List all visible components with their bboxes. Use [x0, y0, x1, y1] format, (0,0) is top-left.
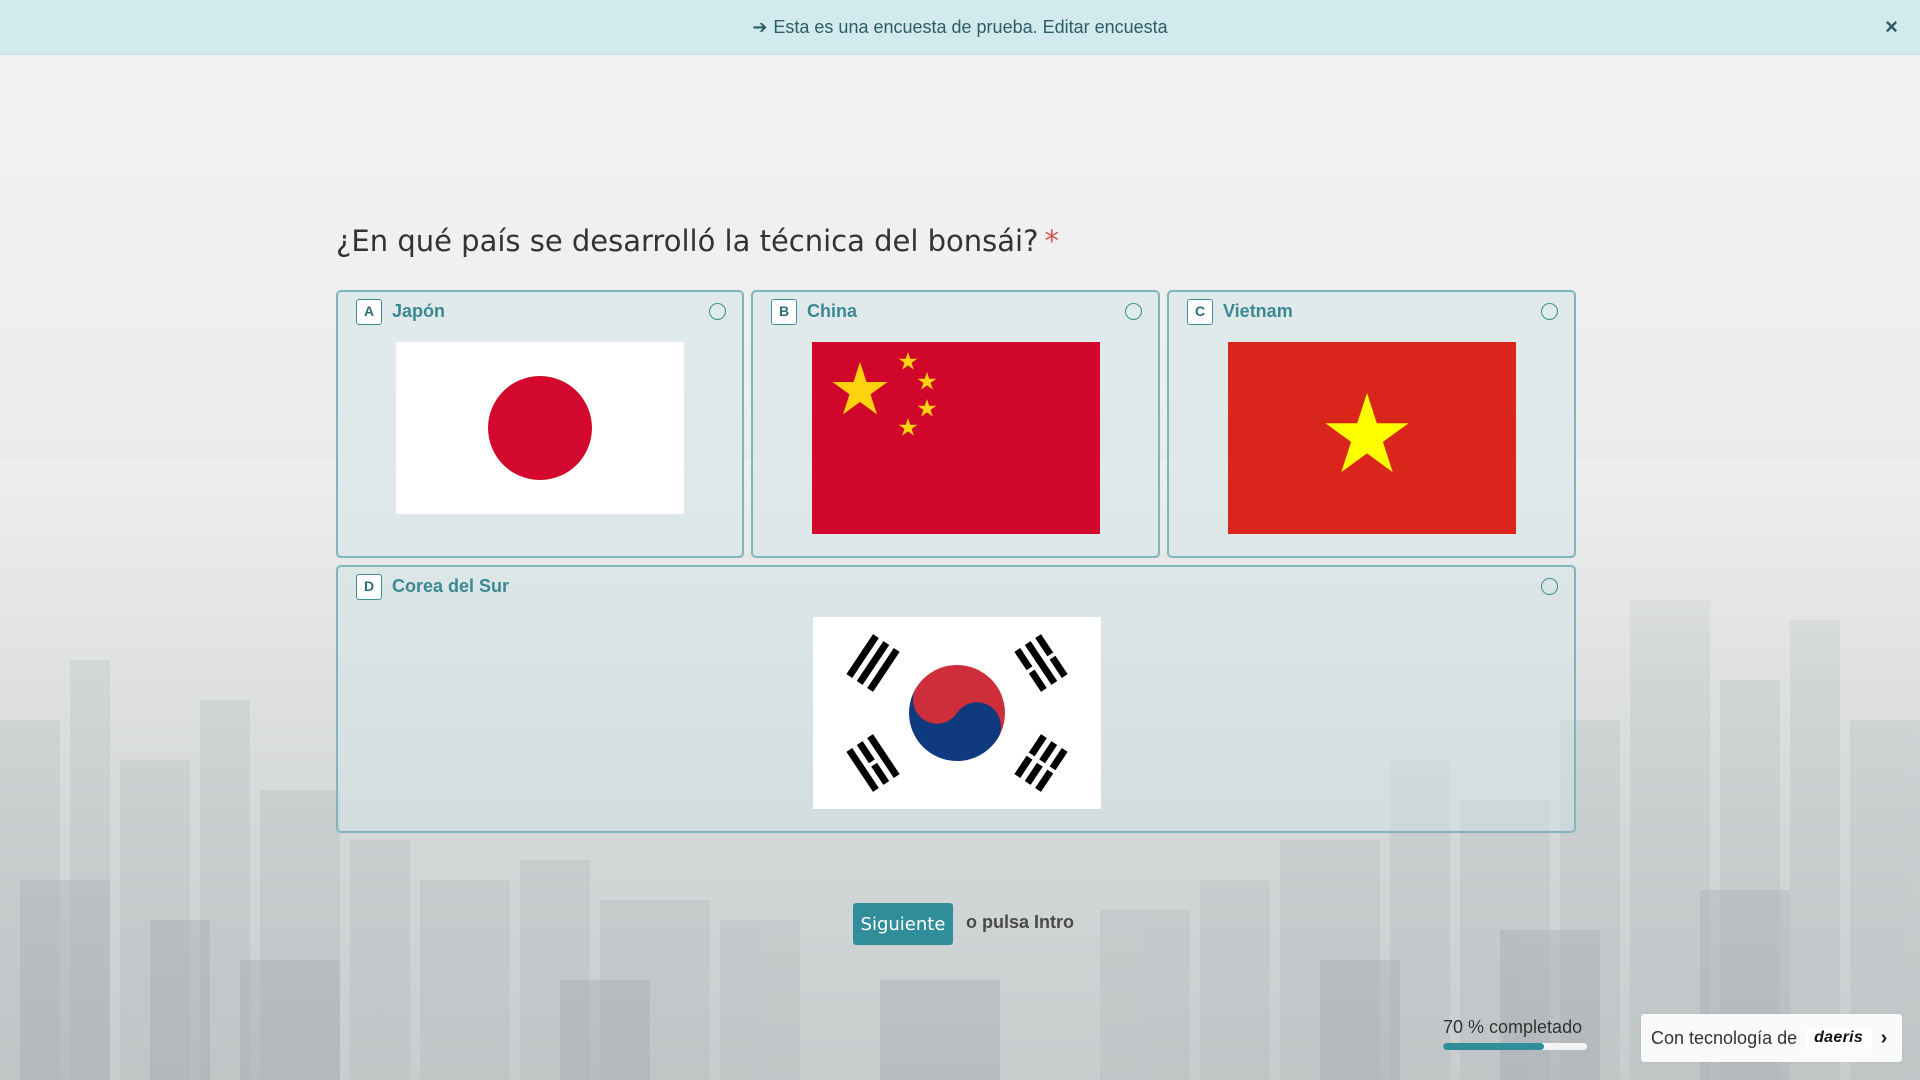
south-korea-flag-icon: [813, 617, 1101, 809]
progress-bar: [1443, 1043, 1587, 1050]
vietnam-flag-icon: [1228, 342, 1516, 534]
option-label: China: [807, 301, 858, 321]
brand-logo: daeris: [1805, 1027, 1873, 1049]
option-key-badge: A: [356, 299, 382, 325]
china-flag-icon: [812, 342, 1100, 534]
japan-flag-icon: [396, 342, 684, 514]
question-title: ¿En qué país se desarrolló la técnica de…: [336, 224, 1059, 258]
progress-bar-fill: [1443, 1043, 1544, 1050]
chevron-right-icon[interactable]: ›: [1866, 1014, 1902, 1062]
powered-by-text: Con tecnología de: [1651, 1027, 1798, 1048]
option-label: Japón: [392, 301, 446, 321]
option-key-badge: B: [771, 299, 797, 325]
question-text: ¿En qué país se desarrolló la técnica de…: [336, 224, 1039, 258]
option-label: Corea del Sur: [392, 576, 510, 596]
choice-option-d[interactable]: D Corea del Sur: [336, 565, 1576, 833]
choice-option-b[interactable]: B China: [751, 290, 1160, 558]
banner-text[interactable]: Esta es una encuesta de prueba. Editar e…: [773, 17, 1167, 38]
test-survey-banner: ➔ Esta es una encuesta de prueba. Editar…: [0, 0, 1920, 55]
choice-option-a[interactable]: A Japón: [336, 290, 744, 558]
progress-label: 70 % completado: [1443, 1017, 1583, 1037]
powered-by-badge[interactable]: Con tecnología de daeris ›: [1641, 1014, 1902, 1062]
arrow-right-icon: ➔: [752, 16, 768, 37]
radio-button[interactable]: [1541, 578, 1558, 595]
radio-button[interactable]: [1541, 303, 1558, 320]
radio-button[interactable]: [1125, 303, 1142, 320]
option-key-badge: C: [1187, 299, 1213, 325]
close-icon[interactable]: ×: [1885, 16, 1898, 38]
radio-button[interactable]: [709, 303, 726, 320]
next-button[interactable]: Siguiente: [853, 903, 953, 945]
enter-key-hint: o pulsa Intro: [966, 912, 1074, 932]
choice-option-c[interactable]: C Vietnam: [1167, 290, 1576, 558]
required-marker: *: [1044, 224, 1060, 258]
option-label: Vietnam: [1223, 301, 1293, 321]
option-key-badge: D: [356, 574, 382, 600]
